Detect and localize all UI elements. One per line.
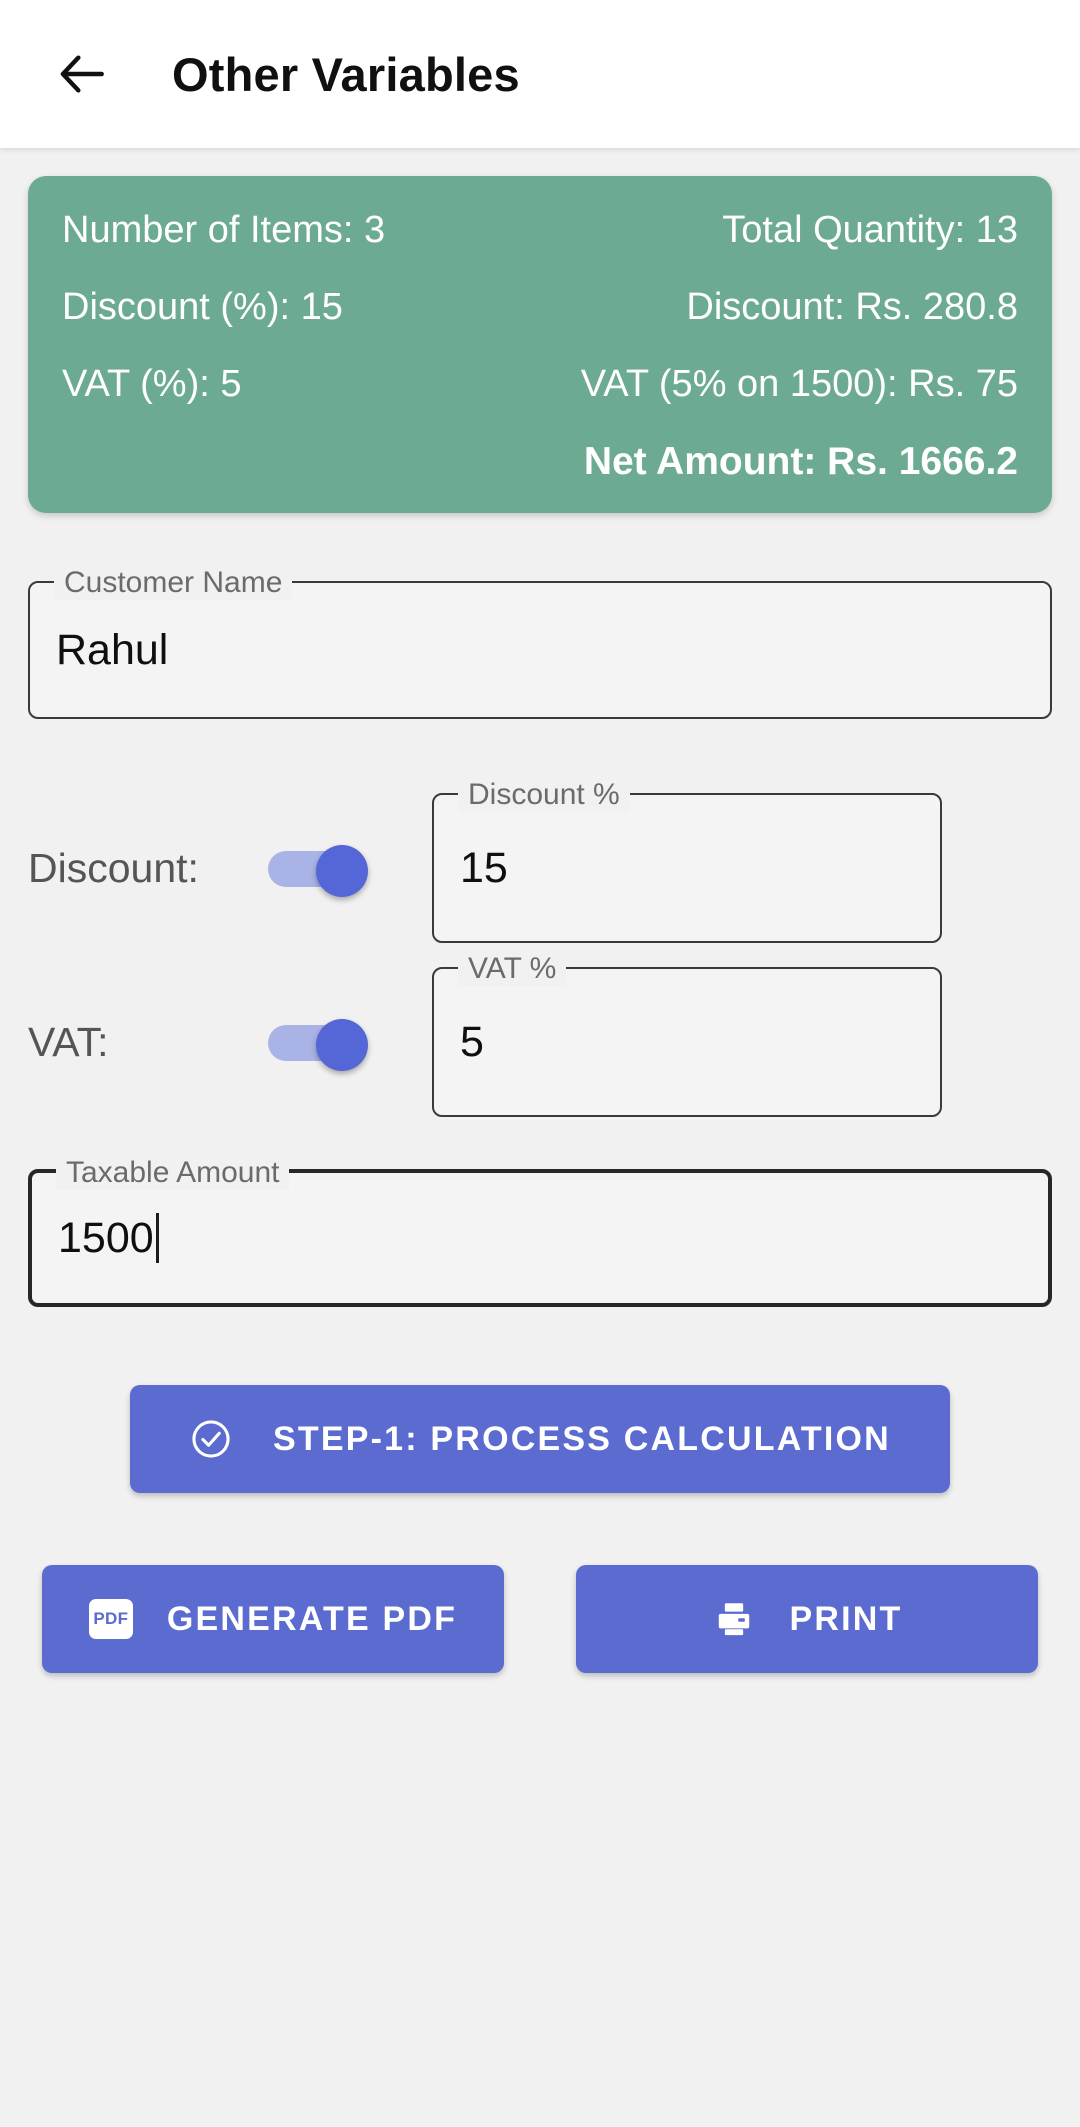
process-calculation-label: STEP-1: PROCESS CALCULATION — [273, 1419, 891, 1458]
net-amount-text: Net Amount: Rs. 1666.2 — [583, 440, 1018, 484]
action-button-row: PDF GENERATE PDF PRINT — [0, 1565, 1080, 1674]
customer-name-value: Rahul — [56, 625, 169, 674]
summary-row: Discount (%): 15 Discount: Rs. 280.8 — [62, 286, 1018, 329]
summary-card: Number of Items: 3 Total Quantity: 13 Di… — [28, 176, 1052, 514]
pdf-icon: PDF — [88, 1599, 133, 1640]
page-title: Other Variables — [172, 47, 520, 101]
vat-percent-value: 5 — [460, 1017, 484, 1066]
summary-row-net: Net Amount: Rs. 1666.2 — [62, 440, 1018, 484]
generate-pdf-label: GENERATE PDF — [166, 1599, 458, 1638]
discount-toggle[interactable] — [268, 845, 368, 898]
process-calculation-button[interactable]: STEP-1: PROCESS CALCULATION — [130, 1385, 950, 1494]
print-label: PRINT — [789, 1599, 903, 1638]
discount-percent-field[interactable]: Discount % 15 — [432, 778, 942, 944]
taxable-amount-value: 1500 — [58, 1213, 154, 1262]
toggle-thumb — [316, 1019, 368, 1072]
print-button[interactable]: PRINT — [576, 1565, 1038, 1674]
taxable-amount-section: Taxable Amount 1500 — [0, 1117, 1080, 1308]
summary-row: Number of Items: 3 Total Quantity: 13 — [62, 209, 1018, 251]
arrow-left-icon — [55, 46, 111, 102]
vat-percent-text: VAT (%): 5 — [62, 363, 242, 406]
vat-row: VAT: VAT % 5 — [0, 952, 1080, 1118]
text-cursor — [155, 1213, 159, 1264]
app-bar: Other Variables — [0, 0, 1080, 148]
discount-toggle-label: Discount: — [28, 844, 199, 891]
discount-percent-value: 15 — [460, 843, 508, 892]
customer-name-label: Customer Name — [54, 566, 293, 601]
total-quantity-text: Total Quantity: 13 — [722, 209, 1018, 251]
vat-percent-label: VAT % — [458, 952, 567, 987]
taxable-amount-label: Taxable Amount — [56, 1156, 290, 1191]
back-button[interactable] — [46, 37, 120, 111]
customer-name-section: Customer Name Rahul — [0, 513, 1080, 720]
generate-pdf-button[interactable]: PDF GENERATE PDF — [42, 1565, 504, 1674]
vat-toggle-label: VAT: — [28, 1018, 109, 1065]
pdf-icon-text: PDF — [88, 1599, 133, 1640]
vat-toggle[interactable] — [268, 1019, 368, 1072]
app-screen: Other Variables Number of Items: 3 Total… — [0, 0, 1080, 2127]
vat-amount-text: VAT (5% on 1500): Rs. 75 — [580, 363, 1018, 406]
items-count-text: Number of Items: 3 — [62, 209, 386, 251]
taxable-amount-field[interactable]: Taxable Amount 1500 — [28, 1156, 1052, 1308]
summary-section: Number of Items: 3 Total Quantity: 13 Di… — [0, 148, 1080, 514]
discount-row: Discount: Discount % 15 — [0, 778, 1080, 944]
step-button-row: STEP-1: PROCESS CALCULATION — [0, 1385, 1080, 1494]
customer-name-field[interactable]: Customer Name Rahul — [28, 566, 1052, 720]
discount-percent-label: Discount % — [458, 778, 630, 813]
discount-percent-text: Discount (%): 15 — [62, 286, 343, 329]
toggle-thumb — [316, 845, 368, 898]
vat-percent-field[interactable]: VAT % 5 — [432, 952, 942, 1118]
summary-row: VAT (%): 5 VAT (5% on 1500): Rs. 75 — [62, 364, 1018, 405]
printer-icon — [712, 1597, 756, 1641]
discount-amount-text: Discount: Rs. 280.8 — [686, 286, 1018, 329]
check-circle-icon — [189, 1417, 233, 1461]
